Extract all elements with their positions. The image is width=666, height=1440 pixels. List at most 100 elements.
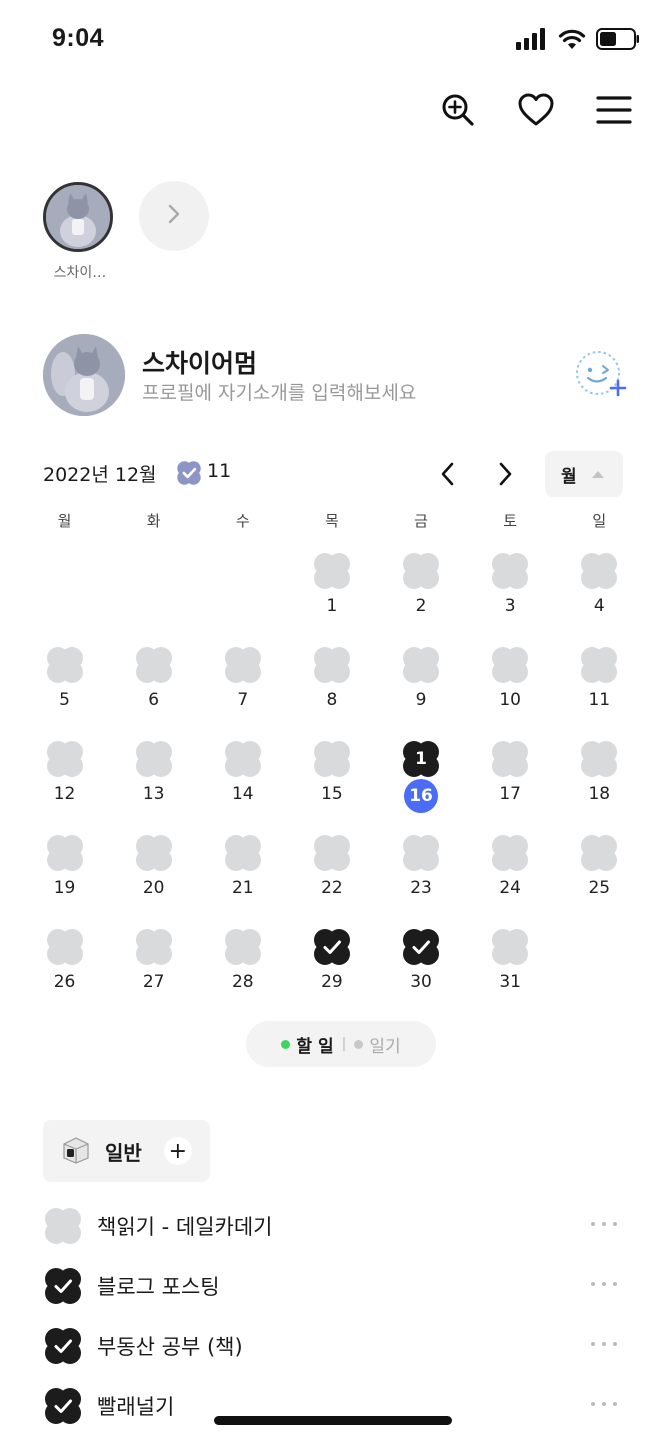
calendar-day[interactable]: 14: [198, 728, 287, 822]
calendar-day[interactable]: 22: [287, 822, 376, 916]
calendar-day[interactable]: 1: [287, 540, 376, 634]
calendar-day[interactable]: 15: [287, 728, 376, 822]
calendar-day[interactable]: 17: [466, 728, 555, 822]
add-emoji-icon[interactable]: [575, 350, 627, 400]
todo-item: 빨래널기: [43, 1376, 633, 1436]
day-empty-clover-icon[interactable]: [312, 739, 352, 779]
day-empty-clover-icon[interactable]: [312, 645, 352, 685]
more-options-icon[interactable]: [591, 1274, 617, 1294]
box-icon: [61, 1134, 91, 1168]
calendar-day[interactable]: 4: [555, 540, 644, 634]
calendar-day[interactable]: 21: [198, 822, 287, 916]
calendar-day[interactable]: 8: [287, 634, 376, 728]
weekday-label: 월: [57, 512, 72, 530]
calendar-day[interactable]: 1 16: [377, 728, 466, 822]
profile-avatar[interactable]: [43, 334, 125, 416]
calendar-day[interactable]: 6: [109, 634, 198, 728]
calendar-day[interactable]: 30: [377, 916, 466, 1010]
calendar-day[interactable]: 25: [555, 822, 644, 916]
calendar-weeks: 1 2 3 4 5 6 7 8 9 10 11 12 13 14 15 1 16 17 18 19 20 21 22 23 24…: [20, 540, 644, 1010]
signal-icon: [516, 28, 548, 54]
calendar-day[interactable]: 29: [287, 916, 376, 1010]
todo-unchecked-icon[interactable]: [43, 1206, 83, 1246]
day-empty-clover-icon[interactable]: [312, 833, 352, 873]
calendar-day[interactable]: 28: [198, 916, 287, 1010]
search-add-icon[interactable]: [440, 92, 476, 128]
more-options-icon[interactable]: [591, 1214, 617, 1234]
day-number: 17: [499, 784, 521, 804]
day-empty-clover-icon[interactable]: [312, 551, 352, 591]
day-empty-clover-icon[interactable]: [134, 739, 174, 779]
day-empty-clover-icon[interactable]: [401, 645, 441, 685]
day-number: 30: [410, 972, 432, 992]
day-empty-clover-icon[interactable]: [490, 927, 530, 967]
category-chip[interactable]: 일반 +: [43, 1120, 210, 1182]
calendar-day[interactable]: 23: [377, 822, 466, 916]
day-empty-clover-icon[interactable]: [579, 551, 619, 591]
day-empty-clover-icon[interactable]: [45, 927, 85, 967]
day-empty-clover-icon[interactable]: [401, 551, 441, 591]
todo-mode-tab[interactable]: 할 일: [281, 1032, 334, 1057]
day-done-clover-icon[interactable]: [401, 927, 441, 967]
todo-label[interactable]: 빨래널기: [97, 1391, 174, 1421]
day-empty-clover-icon[interactable]: [45, 833, 85, 873]
more-options-icon[interactable]: [591, 1394, 617, 1414]
calendar-day[interactable]: 19: [20, 822, 109, 916]
stories-more-button[interactable]: [139, 181, 209, 251]
todo-label[interactable]: 책읽기 - 데일카데기: [97, 1211, 273, 1241]
heart-icon[interactable]: [518, 92, 554, 128]
day-empty-clover-icon[interactable]: [134, 927, 174, 967]
todo-checked-icon[interactable]: [43, 1386, 83, 1426]
more-options-icon[interactable]: [591, 1334, 617, 1354]
todo-checked-icon[interactable]: [43, 1326, 83, 1366]
day-empty-clover-icon[interactable]: [134, 645, 174, 685]
profile-bio-placeholder[interactable]: 프로필에 자기소개를 입력해보세요: [142, 378, 416, 405]
view-mode-select[interactable]: 월: [545, 451, 623, 497]
day-empty-clover-icon[interactable]: [490, 739, 530, 779]
menu-icon[interactable]: [596, 92, 632, 128]
day-empty-clover-icon[interactable]: [45, 739, 85, 779]
calendar-day[interactable]: 2: [377, 540, 466, 634]
day-empty-clover-icon[interactable]: [490, 833, 530, 873]
todo-label[interactable]: 블로그 포스팅: [97, 1271, 220, 1301]
day-number: 1: [326, 596, 338, 616]
add-todo-button[interactable]: +: [163, 1137, 192, 1165]
day-empty-clover-icon[interactable]: [45, 645, 85, 685]
day-empty-clover-icon[interactable]: [134, 833, 174, 873]
calendar-day[interactable]: 3: [466, 540, 555, 634]
story-avatar[interactable]: [43, 182, 113, 252]
day-empty-clover-icon[interactable]: [490, 645, 530, 685]
calendar-day[interactable]: 10: [466, 634, 555, 728]
day-empty-clover-icon[interactable]: [223, 645, 263, 685]
calendar-day[interactable]: 7: [198, 634, 287, 728]
calendar-empty-cell: [198, 540, 287, 634]
day-empty-clover-icon[interactable]: [579, 645, 619, 685]
calendar-day[interactable]: 31: [466, 916, 555, 1010]
day-empty-clover-icon[interactable]: [579, 739, 619, 779]
day-count-clover-icon[interactable]: 1: [401, 739, 441, 779]
day-empty-clover-icon[interactable]: [490, 551, 530, 591]
diary-mode-tab[interactable]: 일기: [354, 1032, 401, 1057]
previous-month-button[interactable]: [435, 460, 461, 488]
calendar-day[interactable]: 13: [109, 728, 198, 822]
weekday-label: 목: [325, 512, 339, 530]
calendar-day[interactable]: 26: [20, 916, 109, 1010]
calendar-day[interactable]: 18: [555, 728, 644, 822]
calendar-day[interactable]: 11: [555, 634, 644, 728]
day-empty-clover-icon[interactable]: [579, 833, 619, 873]
day-empty-clover-icon[interactable]: [401, 833, 441, 873]
day-empty-clover-icon[interactable]: [223, 739, 263, 779]
todo-label[interactable]: 부동산 공부 (책): [97, 1331, 243, 1361]
calendar-day[interactable]: 5: [20, 634, 109, 728]
calendar-day[interactable]: 27: [109, 916, 198, 1010]
todo-checked-icon[interactable]: [43, 1266, 83, 1306]
next-month-button[interactable]: [492, 460, 518, 488]
todo-item: 부동산 공부 (책): [43, 1316, 633, 1376]
calendar-day[interactable]: 12: [20, 728, 109, 822]
day-done-clover-icon[interactable]: [312, 927, 352, 967]
day-empty-clover-icon[interactable]: [223, 927, 263, 967]
calendar-day[interactable]: 24: [466, 822, 555, 916]
calendar-day[interactable]: 9: [377, 634, 466, 728]
day-empty-clover-icon[interactable]: [223, 833, 263, 873]
calendar-day[interactable]: 20: [109, 822, 198, 916]
